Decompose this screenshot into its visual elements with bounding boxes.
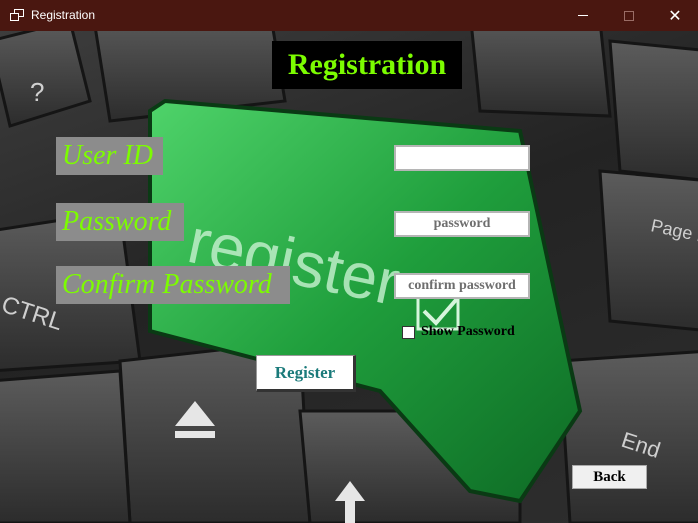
maximize-icon [624,10,634,21]
user-id-field[interactable] [394,145,530,171]
show-password-label: Show Password [421,324,515,339]
password-field[interactable] [394,211,530,237]
back-button[interactable]: Back [572,465,647,489]
page-title: Registration [272,41,462,89]
show-password-checkbox[interactable] [402,325,415,339]
confirm-password-label: Confirm Password [56,266,290,304]
maximize-button[interactable] [606,0,652,31]
password-label: Password [56,203,184,241]
confirm-password-field[interactable] [394,273,530,299]
title-bar: Registration ✕ [0,0,698,31]
window-title: Registration [31,8,96,22]
eject-bar [175,431,215,438]
window-app-icon [10,9,24,21]
register-button[interactable]: Register [256,355,356,392]
question-key-glyph: ? [30,77,44,107]
minimize-icon [578,15,588,16]
close-icon: ✕ [668,7,682,25]
user-id-label: User ID [56,137,163,175]
close-button[interactable]: ✕ [652,0,698,31]
minimize-button[interactable] [560,0,606,31]
show-password-toggle[interactable]: Show Password [402,324,515,340]
